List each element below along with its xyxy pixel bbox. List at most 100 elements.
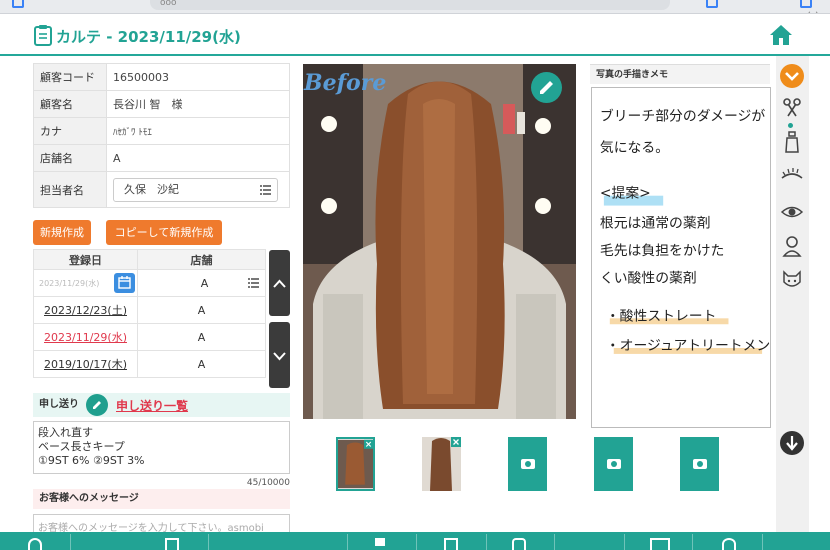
arrow-down-icon[interactable] [780,431,804,455]
handwritten-memo[interactable]: ブリーチ部分のダメージが 気になる。 <提案> 根元は通常の薬剤 毛先は負担をか… [591,87,784,428]
add-photo-button[interactable] [508,437,547,491]
pet-icon[interactable] [780,268,804,292]
memo-line: 毛先は負担をかけた [600,243,724,259]
copy-new-button[interactable]: コピーして新規作成 [106,220,222,245]
photo-thumbnail[interactable] [422,437,461,491]
image-nav-icon[interactable] [650,538,670,550]
staff-cell: 久保 沙紀 [106,171,290,208]
chevron-down-icon[interactable] [780,64,804,88]
pencil-icon [540,81,553,94]
tool-sidebar [776,56,809,532]
scroll-up-button[interactable] [269,250,290,316]
eyelash-icon[interactable] [780,164,804,188]
history-header-row: 登録日 店舗 [33,249,266,270]
document-nav-icon[interactable] [165,538,179,550]
home-icon[interactable] [769,24,793,46]
table-row[interactable]: 2023/11/29(水) A [33,323,266,351]
person-icon[interactable] [780,234,804,258]
customer-code-value: 16500003 [106,63,290,91]
staff-label: 担当者名 [33,171,107,208]
store-name-label: 店舗名 [33,144,107,172]
customer-name-value: 長谷川 智 様 [106,90,290,118]
handover-textarea[interactable]: 段入れ直す ベース長さキープ ①9ST 6% ②9ST 3% [33,421,290,474]
divider [624,534,625,550]
eye-icon[interactable] [780,200,804,224]
handover-list-link[interactable]: 申し送り一覧 [116,397,188,414]
customer-name-label: 顧客名 [33,90,107,118]
customer-row: 担当者名 久保 沙紀 [33,171,290,208]
date-filter-input[interactable]: 2023/11/29(水) [33,269,138,297]
divider [70,534,71,550]
address-bar[interactable]: ooo [150,0,670,10]
staff-value: 久保 沙紀 [124,182,179,196]
customer-row: 顧客コード 16500003 [33,63,290,91]
history-store: A [137,296,266,324]
list-icon [248,278,259,288]
edit-handover-button[interactable] [86,394,108,416]
hair-photo[interactable] [303,64,576,419]
gear-icon[interactable] [722,538,736,550]
calendar-button[interactable] [114,273,135,293]
edit-photo-button[interactable] [531,72,562,103]
history-date-link[interactable]: 2023/12/23(土) [33,296,138,324]
handover-line: 段入れ直す [38,426,93,439]
kana-label: カナ [33,117,107,145]
history-store: A [137,323,266,351]
memo-canvas: ブリーチ部分のダメージが 気になる。 <提案> 根元は通常の薬剤 毛先は負担をか… [600,108,784,354]
divider [554,534,555,550]
page-header: カルテ - 2023/11/29(水) [0,14,830,56]
store-filter-select[interactable]: A [137,269,266,297]
customer-row: 店舗名 A [33,144,290,172]
add-photo-button[interactable] [680,437,719,491]
handover-line: ベース長さキープ [38,440,125,453]
memo-line: ・オージュアトリートメント [606,338,770,354]
camera-icon [521,459,535,469]
kana-value: ﾊｾｶﾞﾜ ﾄﾓｴ [106,117,290,145]
scroll-down-button[interactable] [269,322,290,388]
store-name-value: A [106,144,290,172]
browser-tabs-icon[interactable] [12,0,24,8]
history-date-link[interactable]: 2023/11/29(水) [33,323,138,351]
memo-line: 根元は通常の薬剤 [600,215,711,231]
history-nav-icon[interactable] [28,538,42,550]
bottle-icon[interactable] [780,130,804,154]
divider [762,534,763,550]
new-record-button[interactable]: 新規作成 [33,220,91,245]
memo-title: 写真の手描きメモ [590,64,770,84]
pencil-icon [93,401,101,409]
customer-code-label: 顧客コード [33,63,107,91]
register-nav-icon[interactable] [444,538,458,550]
browser-tab-overview-icon[interactable] [800,0,812,8]
memo-line: ブリーチ部分のダメージが [600,108,765,125]
table-row[interactable]: 2023/12/23(土) A [33,296,266,324]
history-filter-row: 2023/11/29(水) A [33,269,266,297]
date-column-header: 登録日 [33,249,138,270]
table-row[interactable]: 2019/10/17(木) A [33,350,266,378]
customer-row: 顧客名 長谷川 智 様 [33,90,290,118]
customer-row: カナ ﾊｾｶﾞﾜ ﾄﾓｴ [33,117,290,145]
customer-message-title: お客様へのメッセージ [33,489,290,509]
divider [347,534,348,550]
return-nav-icon[interactable] [512,538,526,550]
add-photo-button[interactable] [594,437,633,491]
memo-line: ・酸性ストレート [606,308,717,324]
character-counter: 45/10000 [246,478,290,488]
history-date-link[interactable]: 2019/10/17(木) [33,350,138,378]
store-filter-value: A [200,276,209,290]
store-column-header: 店舗 [137,249,266,270]
memo-line: <提案> [600,185,651,202]
memo-line: 気になる。 [600,140,669,156]
print-nav-icon[interactable] [375,538,385,546]
camera-icon [607,459,621,469]
staff-select[interactable]: 久保 沙紀 [113,177,278,202]
chevron-down-icon [273,352,286,361]
divider [692,534,693,550]
date-filter-placeholder: 2023/11/29(水) [39,279,100,288]
browser-share-icon[interactable] [706,0,718,8]
camera-icon [693,459,707,469]
customer-info-table: 顧客コード 16500003 顧客名 長谷川 智 様 カナ ﾊｾｶﾞﾜ ﾄﾓｴ … [33,63,290,208]
divider [208,534,209,550]
scissors-icon[interactable] [780,96,804,120]
divider [416,534,417,550]
photo-thumbnail[interactable] [336,437,375,491]
